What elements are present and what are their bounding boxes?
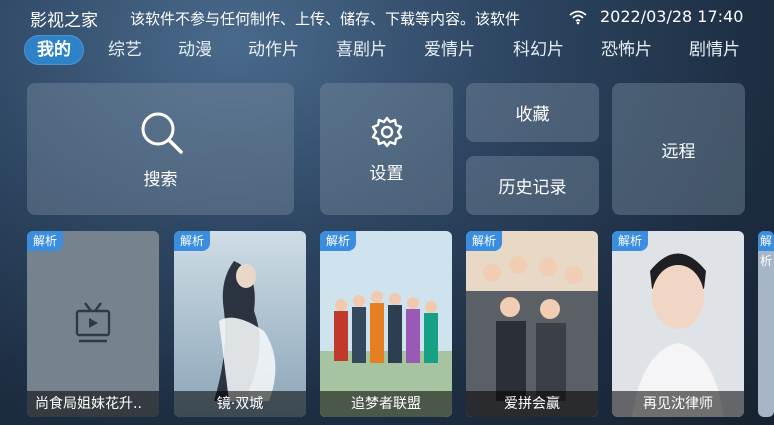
settings-button[interactable]: 设置 xyxy=(320,83,453,215)
poster-title: 追梦者联盟 xyxy=(320,391,452,417)
search-button[interactable]: 搜索 xyxy=(27,83,294,215)
tv-placeholder-icon xyxy=(27,231,159,417)
category-tabs: 我的 综艺 动漫 动作片 喜剧片 爱情片 科幻片 恐怖片 剧情片 xyxy=(24,35,774,65)
poster-title: 镜·双城 xyxy=(174,391,306,417)
poster-image xyxy=(320,231,452,417)
settings-label: 设置 xyxy=(369,163,404,184)
history-button[interactable]: 历史记录 xyxy=(466,156,599,215)
tab-action[interactable]: 动作片 xyxy=(248,35,299,65)
tab-drama[interactable]: 剧情片 xyxy=(689,35,740,65)
gear-icon xyxy=(371,116,402,147)
tab-anime[interactable]: 动漫 xyxy=(178,35,212,65)
poster-image xyxy=(174,231,306,417)
tab-scifi[interactable]: 科幻片 xyxy=(513,35,564,65)
poster-card[interactable]: 解析 尚食局姐妹花升.. xyxy=(27,231,159,417)
wifi-icon xyxy=(569,10,587,25)
poster-card[interactable]: 解析 再见沈律师 xyxy=(612,231,744,417)
notice-marquee: 该软件不参与任何制作、上传、储存、下载等内容。该软件 xyxy=(130,10,521,28)
tab-horror[interactable]: 恐怖片 xyxy=(601,35,652,65)
parse-badge: 解析 xyxy=(27,231,63,251)
tab-comedy[interactable]: 喜剧片 xyxy=(336,35,387,65)
poster-image xyxy=(466,231,598,417)
poster-title: 尚食局姐妹花升.. xyxy=(27,391,159,417)
poster-card[interactable]: 解析 爱拼会赢 xyxy=(466,231,598,417)
parse-badge: 解析 xyxy=(612,231,648,251)
search-icon xyxy=(141,112,183,154)
poster-title: 爱拼会赢 xyxy=(466,391,598,417)
history-label: 历史记录 xyxy=(498,178,567,198)
poster-image xyxy=(612,231,744,417)
poster-card[interactable]: 解析 镜·双城 xyxy=(174,231,306,417)
poster-card[interactable]: 解析 追梦者联盟 xyxy=(320,231,452,417)
clock: 2022/03/28 17:40 xyxy=(600,7,744,26)
tab-variety[interactable]: 综艺 xyxy=(108,35,142,65)
tab-romance[interactable]: 爱情片 xyxy=(424,35,475,65)
search-label: 搜索 xyxy=(143,169,178,190)
parse-badge: 解析 xyxy=(466,231,502,251)
poster-title: 再见沈律师 xyxy=(612,391,744,417)
remote-button[interactable]: 远程 xyxy=(612,83,745,215)
favorites-button[interactable]: 收藏 xyxy=(466,83,599,142)
poster-card[interactable]: 解析 xyxy=(758,231,774,417)
parse-badge: 解析 xyxy=(174,231,210,251)
app-title: 影视之家 xyxy=(30,11,98,31)
tab-mine[interactable]: 我的 xyxy=(24,35,84,65)
parse-badge: 解析 xyxy=(320,231,356,251)
remote-label: 远程 xyxy=(661,141,696,162)
favorites-label: 收藏 xyxy=(515,105,550,125)
parse-badge: 解析 xyxy=(758,231,774,268)
